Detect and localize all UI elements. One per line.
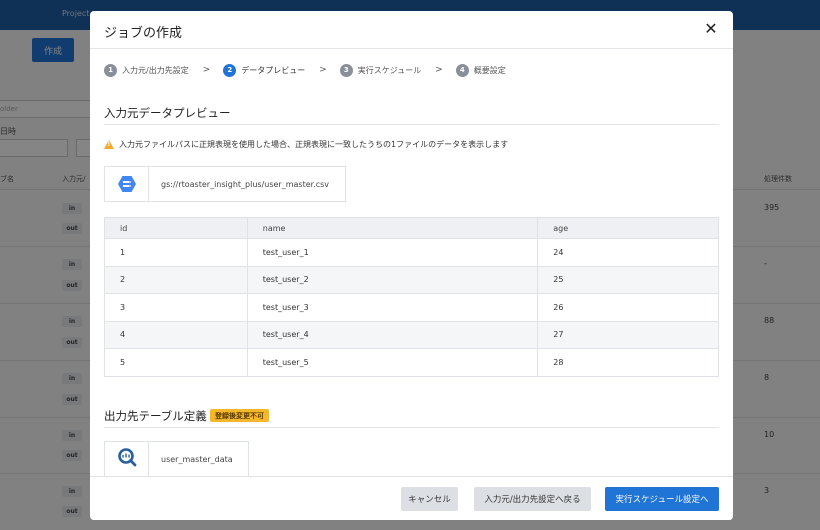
step-source-dest[interactable]: 1 入力元/出力先設定 (104, 63, 189, 77)
step-schedule[interactable]: 3 実行スケジュール (339, 63, 422, 77)
table-cell: 3 (104, 293, 248, 322)
warning-icon (104, 140, 114, 149)
table-cell: 26 (537, 293, 719, 322)
table-cell: test_user_1 (247, 238, 539, 267)
immutable-badge: 登録後変更不可 (210, 409, 269, 422)
table-cell: 25 (537, 266, 719, 294)
section-divider (104, 124, 719, 125)
table-cell: test_user_4 (247, 321, 539, 349)
dest-table-name: user_master_data (161, 454, 233, 464)
step-separator: > (319, 65, 327, 75)
source-file-card: gs://rtoaster_insight_plus/user_master.c… (104, 166, 346, 202)
table-row: 5 test_user_5 28 (104, 348, 719, 377)
column-header: name (247, 217, 539, 239)
table-cell: test_user_3 (247, 293, 539, 322)
table-cell: test_user_5 (247, 348, 539, 377)
step-data-preview[interactable]: 2 データプレビュー (223, 63, 306, 77)
table-row: 2 test_user_2 25 (104, 266, 719, 294)
step-label: データプレビュー (241, 65, 306, 75)
table-row: 4 test_user_4 27 (104, 321, 719, 349)
table-cell: 4 (104, 321, 248, 349)
table-cell: test_user_2 (247, 266, 539, 294)
step-label: 入力元/出力先設定 (122, 65, 189, 75)
column-header: id (104, 217, 248, 239)
step-number: 2 (223, 63, 237, 77)
next-schedule-button[interactable]: 実行スケジュール設定へ (605, 487, 719, 511)
table-cell: 28 (537, 348, 719, 377)
modal-title: ジョブの作成 (104, 26, 183, 41)
output-table-title: 出力先テーブル定義 (104, 409, 207, 423)
modal-footer: キャンセル 入力元/出力先設定へ戻る 実行スケジュール設定へ (90, 476, 733, 520)
google-cloud-storage-icon (117, 175, 136, 193)
step-number: 3 (339, 63, 353, 77)
close-icon[interactable]: ✕ (703, 19, 719, 39)
table-row: 1 test_user_1 24 (104, 238, 719, 267)
back-to-source-dest-button[interactable]: 入力元/出力先設定へ戻る (474, 487, 591, 511)
step-summary[interactable]: 4 概要設定 (455, 63, 506, 77)
modal-header: ジョブの作成 ✕ (90, 11, 733, 49)
cancel-button[interactable]: キャンセル (401, 487, 458, 511)
bigquery-icon (117, 447, 137, 471)
step-label: 実行スケジュール (357, 65, 422, 75)
step-label: 概要設定 (473, 65, 506, 75)
table-row: 3 test_user_3 26 (104, 293, 719, 322)
step-number: 1 (104, 63, 117, 77)
data-preview-table: id name age 1 test_user_1 24 2 test_user… (104, 217, 719, 377)
table-cell: 1 (104, 238, 248, 267)
create-job-modal: ジョブの作成 ✕ 1 入力元/出力先設定 > 2 データプレビュー > 3 実行… (90, 11, 733, 520)
step-number: 4 (455, 63, 469, 77)
table-cell: 24 (537, 238, 719, 267)
table-cell: 5 (104, 348, 248, 377)
dest-table-card: user_master_data (104, 441, 249, 477)
table-cell: 27 (537, 321, 719, 349)
regex-notice: 入力元ファイルパスに正規表現を使用した場合、正規表現に一致したうちの1ファイルの… (104, 139, 508, 150)
input-preview-title: 入力元データプレビュー (104, 106, 231, 120)
table-cell: 2 (104, 266, 248, 294)
step-separator: > (202, 65, 211, 75)
step-separator: > (435, 65, 443, 75)
column-header: age (537, 217, 719, 239)
notice-text: 入力元ファイルパスに正規表現を使用した場合、正規表現に一致したうちの1ファイルの… (119, 140, 509, 149)
table-header-row: id name age (104, 217, 719, 239)
source-file-path: gs://rtoaster_insight_plus/user_master.c… (161, 179, 330, 189)
section-divider (104, 427, 719, 428)
wizard-steps: 1 入力元/出力先設定 > 2 データプレビュー > 3 実行スケジュール > … (104, 62, 506, 78)
